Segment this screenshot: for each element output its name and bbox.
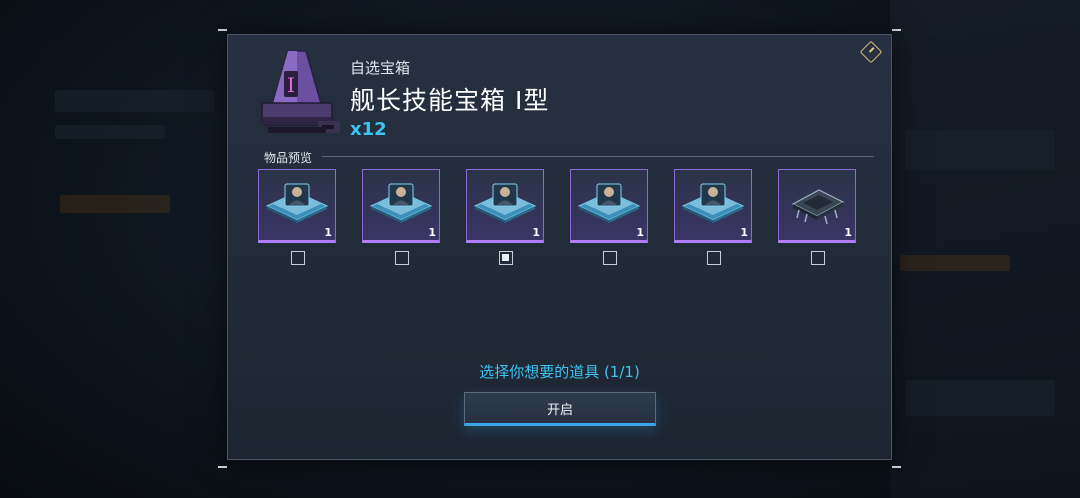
item-preview-label: 物品预览 [264,151,313,165]
frame-corner [218,466,227,468]
background-element [60,195,170,213]
item-select-checkbox[interactable] [395,251,409,265]
item-slot[interactable]: 1 [570,169,650,265]
item-card[interactable]: 1 [362,169,440,243]
item-select-checkbox[interactable] [707,251,721,265]
frame-corner [892,466,901,468]
item-count: 1 [844,226,852,239]
chest-title: 舰长技能宝箱 I型 [350,86,550,115]
item-card[interactable]: 1 [258,169,336,243]
background-element [905,130,1055,170]
item-card[interactable]: 1 [570,169,648,243]
svg-text:I: I [287,73,295,97]
chest-type-label: 自选宝箱 [350,59,411,77]
background-element [55,125,165,139]
info-icon[interactable] [859,40,883,64]
item-card[interactable]: 1 [778,169,856,243]
chest-selection-dialog: I 自选宝箱 舰长技能宝箱 I型 x12 物品预览 1 1 1 1 1 1 选择… [227,34,892,460]
selection-prompt: 选择你想要的道具 (1/1) [479,363,640,381]
item-count: 1 [532,226,540,239]
item-select-checkbox[interactable] [811,251,825,265]
item-count: 1 [740,226,748,239]
item-select-checkbox[interactable] [499,251,513,265]
frame-corner [218,29,227,31]
frame-corner [892,29,901,31]
item-slot[interactable]: 1 [362,169,442,265]
item-select-checkbox[interactable] [291,251,305,265]
item-select-checkbox[interactable] [603,251,617,265]
chest-icon: I [261,50,340,133]
divider [322,156,874,157]
background-element [55,90,215,112]
background-element [905,380,1055,416]
open-button[interactable]: 开启 [464,392,656,426]
item-card[interactable]: 1 [466,169,544,243]
item-slot[interactable]: 1 [258,169,338,265]
item-preview-list: 1 1 1 1 1 1 [258,169,868,279]
item-slot[interactable]: 1 [674,169,754,265]
item-slot[interactable]: 1 [778,169,858,265]
item-count: 1 [636,226,644,239]
background-element [900,255,1010,271]
item-slot[interactable]: 1 [466,169,546,265]
item-card[interactable]: 1 [674,169,752,243]
item-count: 1 [428,226,436,239]
background-side-panel [890,0,1080,498]
chest-quantity: x12 [350,119,387,140]
item-count: 1 [324,226,332,239]
